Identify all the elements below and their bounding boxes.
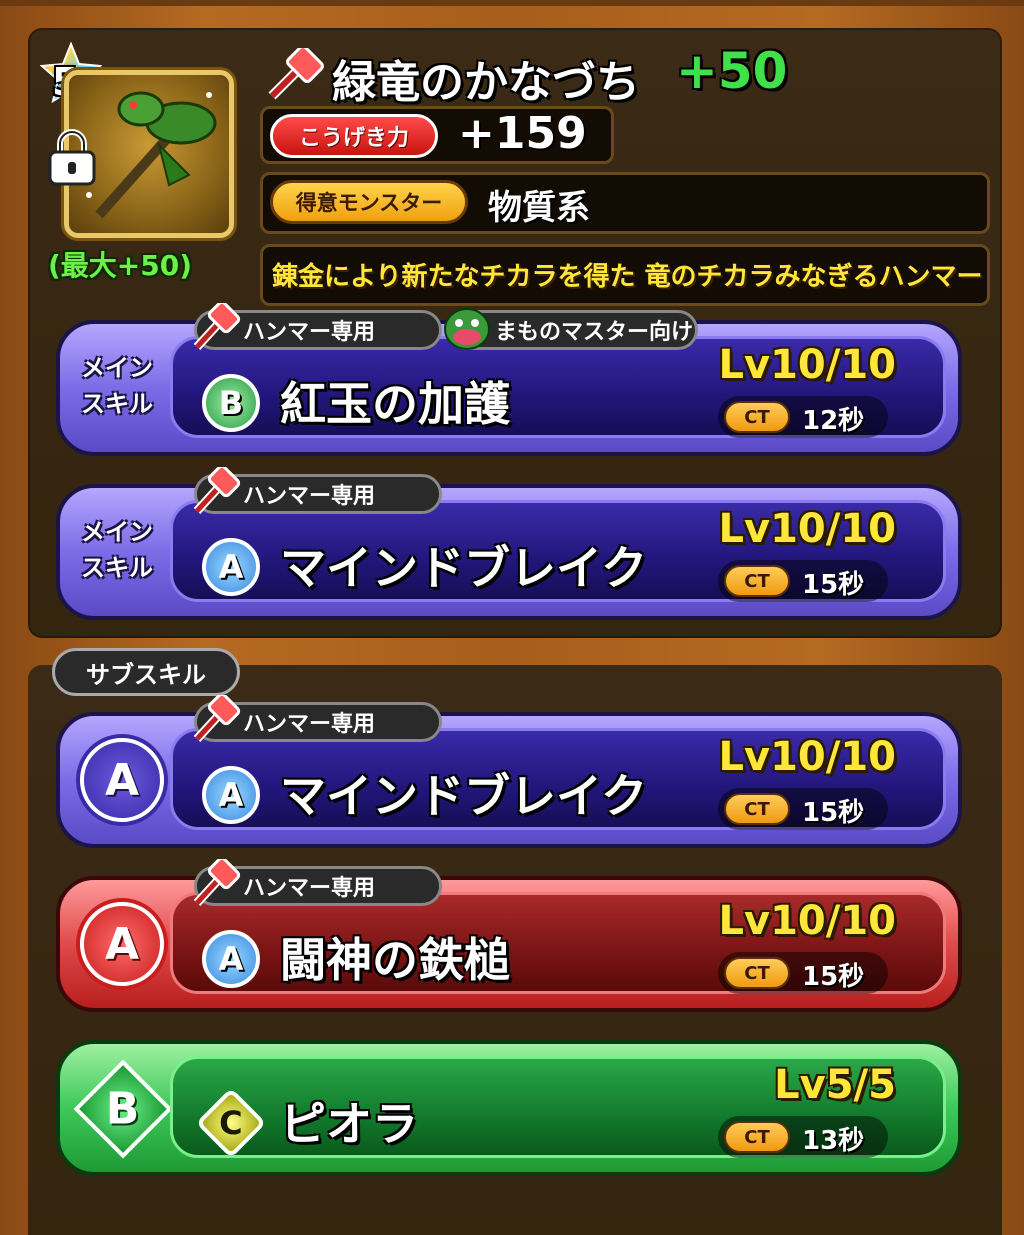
main-skill-1[interactable]: メイン スキル ハンマー専用 まものマスター向け B 紅玉の加護 Lv10/10 … [56,303,962,456]
tag-label: ハンマー専用 [243,712,376,737]
skill-level: Lv5/5 [774,1062,896,1108]
skill-name: ピオラ [280,1097,418,1151]
ct-badge: CT [724,957,790,989]
cooldown-pill: CT 13秒 [718,1116,888,1158]
ct-value: 15秒 [802,962,865,992]
ct-badge: CT [724,401,790,433]
lock-icon[interactable] [44,128,100,186]
skill-name: 紅玉の加護 [280,377,510,431]
skill-level: Lv10/10 [718,734,897,780]
ct-value: 15秒 [802,570,865,600]
cooldown-pill: CT 12秒 [718,396,888,438]
ct-badge: CT [724,793,790,825]
slot-rank-letter: B [106,1083,140,1135]
tag-label: ハンマー専用 [243,876,376,901]
skill-level: Lv10/10 [718,342,897,388]
attack-label: こうげき力 [270,114,438,158]
ct-value: 13秒 [802,1126,865,1156]
sub-skill-2[interactable]: A ハンマー専用 A 闘神の鉄槌 Lv10/10 CT 15秒 [56,859,962,1012]
tag-label: ハンマー専用 [243,320,376,345]
main-skill-label: メイン スキル [81,354,153,418]
hammer-icon [193,695,241,743]
monster-value: 物質系 [488,188,590,228]
slot-rank-badge: A [80,738,164,822]
skill-name: マインドブレイク [280,769,648,823]
sub-skill-3[interactable]: B C ピオラ Lv5/5 CT 13秒 [56,1040,962,1176]
slot-rank-badge: B [73,1059,173,1159]
monster-label: 得意モンスター [270,180,468,224]
skill-rank-badge: A [202,538,260,596]
hammer-icon [193,859,241,907]
hammer-icon [268,48,324,100]
plant-monster-icon [444,308,490,350]
cooldown-pill: CT 15秒 [718,952,888,994]
ct-badge: CT [724,565,790,597]
main-skill-label: メイン スキル [81,518,153,582]
skill-name: マインドブレイク [280,541,648,595]
slot-rank-badge: A [80,902,164,986]
cooldown-pill: CT 15秒 [718,788,888,830]
main-skill-2[interactable]: メイン スキル ハンマー専用 A マインドブレイク Lv10/10 CT 15秒 [56,467,962,620]
skill-rank-badge: B [202,374,260,432]
item-description: 錬金により新たなチカラを得た 竜のチカラみなぎるハンマー [272,262,983,292]
hammer-icon [193,303,241,351]
wood-top-border [0,0,1024,6]
item-plus-level: +50 [676,42,788,100]
attack-value: +159 [458,108,587,159]
monster-master-tag: まものマスター向け [444,308,698,350]
skill-level: Lv10/10 [718,898,897,944]
hammer-only-tag: ハンマー専用 [193,467,442,515]
hammer-icon [193,467,241,515]
skill-rank-badge: A [202,766,260,824]
ct-badge: CT [724,1121,790,1153]
skill-name: 闘神の鉄槌 [280,933,510,987]
ct-value: 12秒 [802,406,865,436]
tag-label: まものマスター向け [495,320,694,345]
item-name: 緑竜のかなづち [332,57,640,108]
cooldown-pill: CT 15秒 [718,560,888,602]
skill-rank-letter: C [219,1103,243,1142]
skill-level: Lv10/10 [718,506,897,552]
skill-rank-badge: A [202,930,260,988]
hammer-only-tag: ハンマー専用 [193,695,442,743]
sub-skill-1[interactable]: A ハンマー専用 A マインドブレイク Lv10/10 CT 15秒 [56,695,962,848]
tag-label: ハンマー専用 [243,484,376,509]
max-plus-label: (最大+50) [48,249,193,282]
ct-value: 15秒 [802,798,865,828]
hammer-only-tag: ハンマー専用 [193,303,442,351]
hammer-only-tag: ハンマー専用 [193,859,442,907]
sub-skill-label: サブスキル [52,648,240,696]
